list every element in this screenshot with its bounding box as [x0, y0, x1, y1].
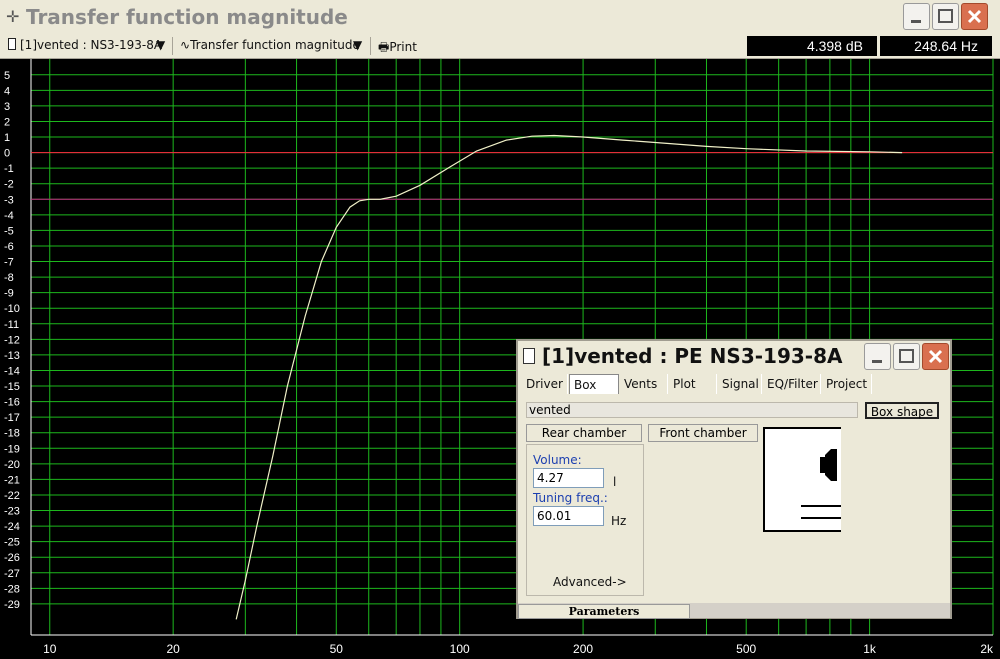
y-tick-label: -17	[4, 412, 20, 424]
x-tick-label: 10	[43, 642, 57, 656]
tab-project[interactable]: Project	[822, 374, 872, 394]
x-tick-label: 500	[736, 642, 756, 656]
box-dialog: [1]vented : PE NS3-193-8A Driver Box Ven…	[516, 339, 952, 619]
tab-box[interactable]: Box	[569, 374, 619, 394]
y-tick-label: -8	[4, 272, 14, 284]
printer-icon: 🖶	[378, 40, 390, 54]
speaker-diagram-icon	[801, 449, 841, 519]
y-tick-label: -20	[4, 459, 20, 471]
x-tick-label: 100	[450, 642, 470, 656]
dialog-titlebar[interactable]: [1]vented : PE NS3-193-8A	[518, 341, 950, 373]
y-tick-label: -11	[4, 319, 19, 331]
minimize-button[interactable]	[903, 3, 930, 30]
view-selector-label: Transfer function magnitude	[190, 38, 360, 52]
y-tick-label: -27	[4, 568, 20, 580]
y-tick-label: -26	[4, 552, 20, 564]
x-tick-label: 200	[573, 642, 593, 656]
x-tick-label: 1k	[863, 642, 877, 656]
y-tick-label: 5	[4, 70, 10, 82]
tab-signal[interactable]: Signal	[718, 374, 762, 394]
y-tick-label: 3	[4, 101, 10, 113]
frequency-readout: 248.64 Hz	[880, 36, 992, 56]
y-tick-label: -16	[4, 397, 20, 409]
y-tick-label: -28	[4, 583, 20, 595]
y-tick-label: -29	[4, 599, 20, 611]
rear-chamber-button[interactable]: Rear chamber	[526, 424, 642, 442]
tuning-freq-input[interactable]: 60.01	[533, 506, 604, 526]
y-tick-label: -2	[4, 179, 14, 191]
project-selector-label: [1]vented : NS3-193-8A	[20, 38, 163, 52]
advanced-link[interactable]: Advanced->	[553, 575, 627, 589]
y-tick-label: -22	[4, 490, 20, 502]
dialog-maximize-button[interactable]	[893, 343, 920, 370]
y-tick-label: -7	[4, 257, 14, 269]
y-tick-label: -18	[4, 428, 20, 440]
db-readout: 4.398 dB	[747, 36, 877, 56]
x-tick-label: 2k	[980, 642, 994, 656]
status-parameters: Parameters	[518, 604, 690, 619]
y-tick-label: -25	[4, 537, 20, 549]
y-tick-label: -3	[4, 194, 14, 206]
y-tick-label: -9	[4, 288, 14, 300]
tab-driver[interactable]: Driver	[522, 374, 568, 394]
document-icon	[8, 38, 16, 50]
volume-unit: l	[613, 475, 617, 489]
window-title: Transfer function magnitude	[26, 5, 348, 29]
volume-input[interactable]: 4.27	[533, 468, 604, 488]
y-tick-label: 1	[4, 132, 10, 144]
project-selector[interactable]: [1]vented : NS3-193-8A	[8, 38, 162, 52]
toolbar-divider	[370, 37, 371, 55]
y-tick-label: -19	[4, 443, 20, 455]
tab-vents[interactable]: Vents	[620, 374, 668, 394]
y-tick-label: -5	[4, 225, 14, 237]
dialog-statusbar: Parameters	[518, 603, 950, 619]
y-tick-label: -4	[4, 210, 14, 222]
front-chamber-button[interactable]: Front chamber	[648, 424, 758, 442]
y-tick-label: 2	[4, 116, 10, 128]
x-tick-label: 50	[330, 642, 344, 656]
y-tick-label: -14	[4, 365, 20, 377]
toolbar: [1]vented : NS3-193-8A ▼ ∿Transfer funct…	[0, 34, 1000, 59]
volume-label: Volume:	[533, 453, 582, 467]
x-tick-label: 20	[166, 642, 180, 656]
waveform-icon: ∿	[180, 38, 191, 52]
y-tick-label: 4	[4, 85, 10, 97]
tuning-freq-label: Tuning freq.:	[533, 491, 608, 505]
y-tick-label: -12	[4, 334, 20, 346]
y-tick-label: -15	[4, 381, 20, 393]
box-shape-preview	[763, 427, 841, 532]
dialog-title: [1]vented : PE NS3-193-8A	[542, 344, 843, 368]
toolbar-divider	[172, 37, 173, 55]
document-icon	[523, 348, 535, 364]
chevron-down-icon[interactable]: ▼	[156, 38, 165, 52]
y-tick-label: -1	[4, 163, 14, 175]
y-tick-label: -24	[4, 521, 20, 533]
dialog-tabs: Driver Box Vents Plot Signal EQ/Filter P…	[522, 374, 946, 394]
tuning-freq-unit: Hz	[611, 514, 627, 528]
window-titlebar: ✛ Transfer function magnitude	[0, 0, 1000, 35]
y-tick-label: -6	[4, 241, 14, 253]
dialog-minimize-button[interactable]	[864, 343, 891, 370]
y-tick-label: -23	[4, 506, 20, 518]
box-type-field[interactable]: vented	[526, 402, 858, 418]
close-button[interactable]	[961, 3, 988, 30]
dialog-close-button[interactable]	[922, 343, 949, 370]
status-empty	[690, 604, 950, 617]
y-tick-label: -21	[4, 474, 20, 486]
print-label: Print	[389, 40, 417, 54]
y-tick-label: -10	[4, 303, 20, 315]
print-button[interactable]: 🖶Print	[378, 38, 417, 59]
tab-plot[interactable]: Plot	[669, 374, 717, 394]
maximize-button[interactable]	[932, 3, 959, 30]
y-tick-label: -13	[4, 350, 20, 362]
rear-chamber-panel: Volume: 4.27 l Tuning freq.: 60.01 Hz Ad…	[526, 444, 644, 596]
chevron-down-icon[interactable]: ▼	[353, 38, 362, 52]
crosshair-icon: ✛	[6, 7, 20, 26]
y-tick-label: 0	[4, 148, 10, 160]
box-shape-button[interactable]: Box shape	[865, 402, 939, 419]
tab-eq-filter[interactable]: EQ/Filter	[763, 374, 821, 394]
view-selector[interactable]: ∿Transfer function magnitude	[180, 38, 360, 52]
